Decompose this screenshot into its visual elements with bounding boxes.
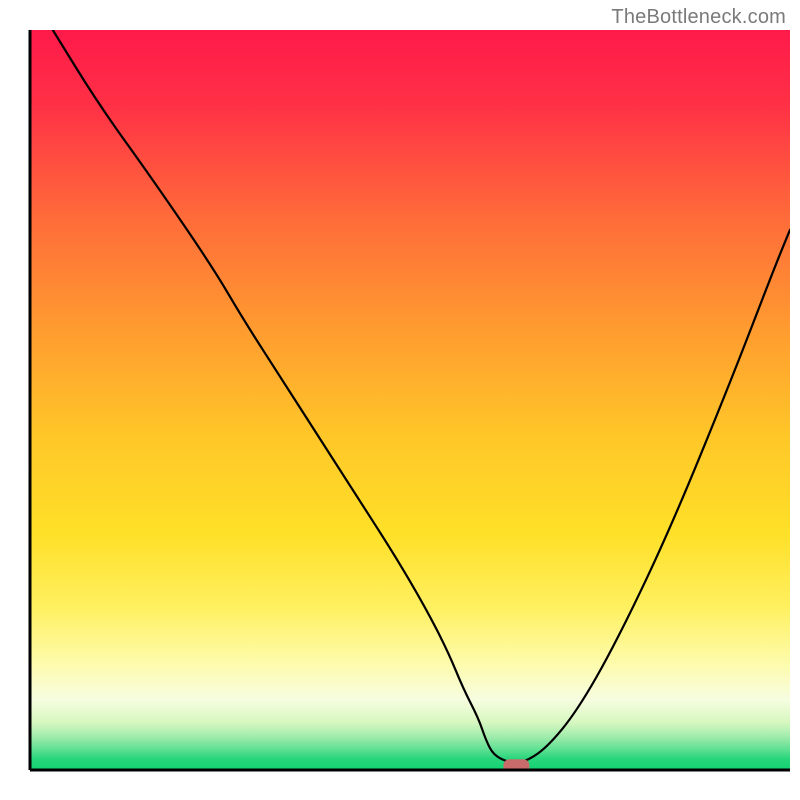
watermark-text: TheBottleneck.com bbox=[611, 6, 786, 29]
chart-container: TheBottleneck.com bbox=[0, 0, 800, 800]
bottleneck-chart bbox=[0, 0, 800, 800]
gradient-background bbox=[30, 30, 790, 770]
